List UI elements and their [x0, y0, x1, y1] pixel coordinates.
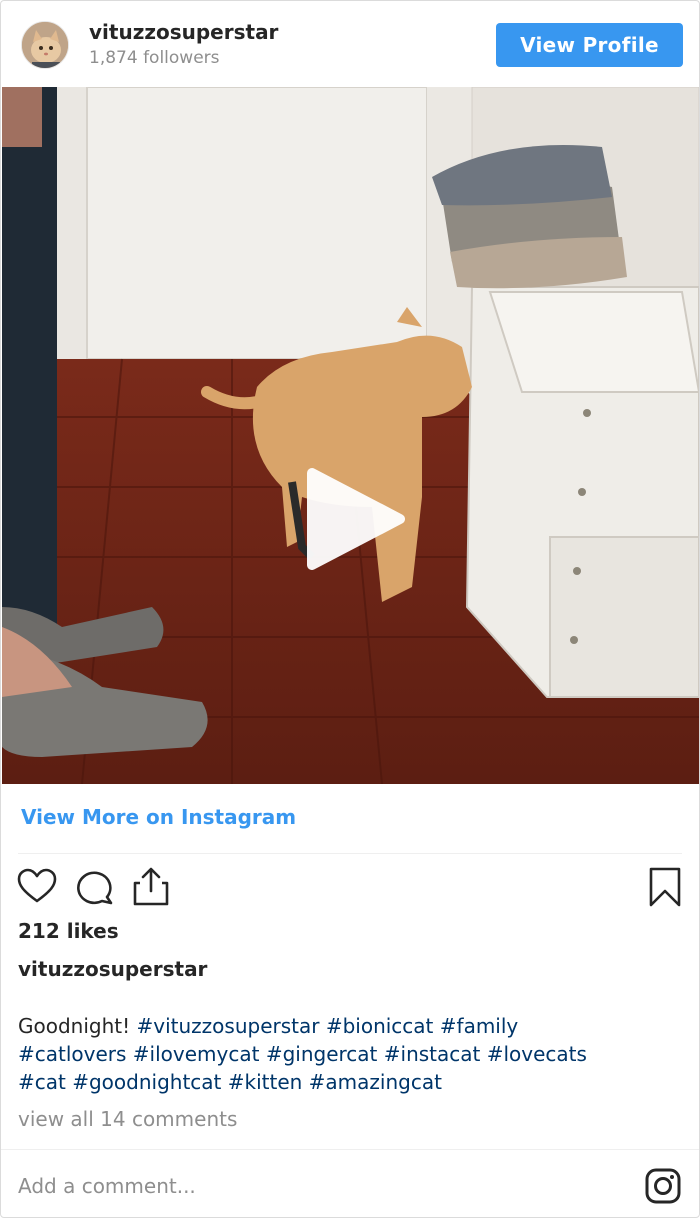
avatar[interactable] — [21, 21, 69, 69]
hashtag[interactable]: #goodnightcat — [72, 1070, 221, 1094]
hashtag[interactable]: #family — [440, 1014, 519, 1038]
view-all-comments-link[interactable]: view all 14 comments — [18, 1107, 237, 1131]
action-bar — [1, 861, 699, 917]
view-more-on-instagram-link[interactable]: View More on Instagram — [21, 805, 296, 829]
add-comment-input[interactable]: Add a comment... — [18, 1174, 196, 1198]
hashtag[interactable]: #catlovers — [18, 1042, 126, 1066]
post-video[interactable] — [2, 87, 699, 784]
instagram-logo-icon[interactable] — [645, 1168, 681, 1204]
followers-count: 1,874 followers — [89, 48, 220, 68]
bookmark-icon[interactable] — [645, 867, 685, 907]
likes-count[interactable]: 212 likes — [18, 919, 119, 943]
hashtag[interactable]: #cat — [18, 1070, 66, 1094]
play-icon[interactable] — [302, 465, 410, 573]
hashtag[interactable]: #instacat — [384, 1042, 481, 1066]
divider — [18, 853, 682, 854]
caption-username[interactable]: vituzzosuperstar — [18, 957, 207, 981]
hashtag[interactable]: #lovecats — [487, 1042, 587, 1066]
view-profile-button[interactable]: View Profile — [496, 23, 683, 67]
comment-box: Add a comment... — [1, 1149, 699, 1217]
hashtag[interactable]: #gingercat — [266, 1042, 378, 1066]
post-caption: Goodnight! #vituzzosuperstar #bioniccat … — [18, 1012, 678, 1096]
hashtag[interactable]: #amazingcat — [309, 1070, 442, 1094]
profile-username[interactable]: vituzzosuperstar — [89, 20, 278, 44]
post-header: vituzzosuperstar 1,874 followers View Pr… — [1, 1, 699, 87]
heart-icon[interactable] — [17, 867, 57, 907]
hashtag[interactable]: #ilovemycat — [133, 1042, 260, 1066]
instagram-embed-card: vituzzosuperstar 1,874 followers View Pr… — [0, 0, 700, 1218]
caption-text: Goodnight! — [18, 1014, 131, 1038]
video-thumbnail — [2, 87, 699, 784]
comment-icon[interactable] — [74, 867, 114, 907]
share-icon[interactable] — [131, 867, 171, 907]
hashtag[interactable]: #bioniccat — [326, 1014, 434, 1038]
hashtag[interactable]: #kitten — [228, 1070, 303, 1094]
hashtag[interactable]: #vituzzosuperstar — [137, 1014, 320, 1038]
